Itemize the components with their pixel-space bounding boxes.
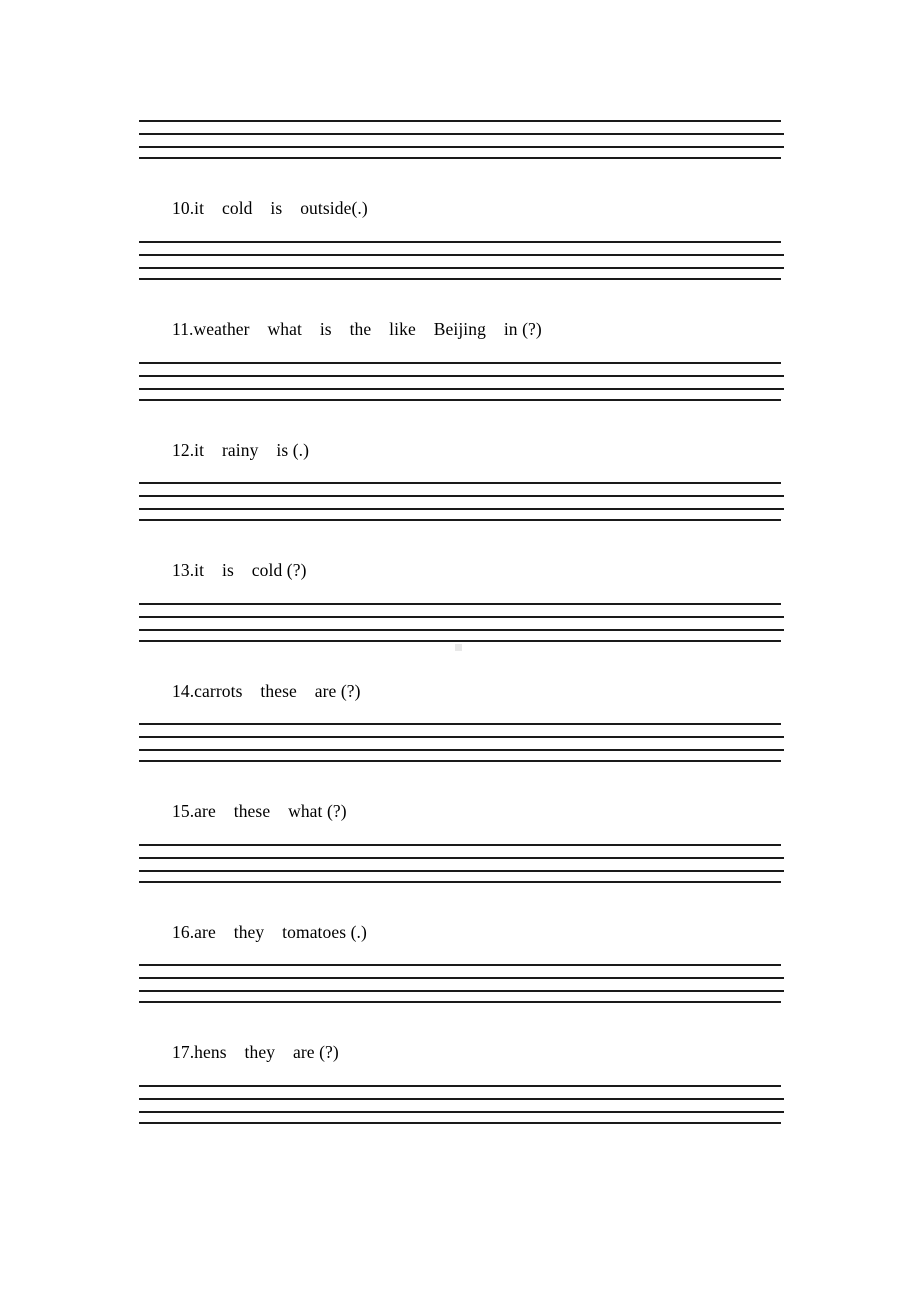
answer-rule-line [139, 133, 784, 135]
answer-rule-line [139, 508, 784, 510]
answer-rule-line [139, 1085, 781, 1087]
answer-rule-line [139, 267, 784, 269]
answer-rule-line [139, 870, 784, 872]
answer-rule-line [139, 1098, 784, 1100]
answer-rule-line [139, 157, 781, 159]
answer-rule-line [139, 844, 781, 846]
question-prompt-15: 15.are these what (?) [172, 801, 347, 821]
answer-rule-line [139, 723, 781, 725]
question-prompt-16: 16.are they tomatoes (.) [172, 922, 367, 942]
worksheet-page: 10.it cold is outside(.) 11.weather what … [0, 0, 920, 1302]
answer-rule-line [139, 241, 781, 243]
answer-rule-line [139, 278, 781, 280]
answer-rule-line [139, 254, 784, 256]
answer-rule-line [139, 736, 784, 738]
answer-rule-line [139, 857, 784, 859]
answer-rule-line [139, 640, 781, 642]
watermark-speck [455, 644, 462, 651]
answer-rule-line [139, 881, 781, 883]
answer-rule-line [139, 990, 784, 992]
answer-rule-line [139, 964, 781, 966]
answer-rule-line [139, 603, 781, 605]
answer-rule-line [139, 616, 784, 618]
answer-rule-line [139, 519, 781, 521]
answer-rule-line [139, 977, 784, 979]
answer-rule-line [139, 399, 781, 401]
question-prompt-17: 17.hens they are (?) [172, 1042, 339, 1062]
answer-rule-line [139, 1001, 781, 1003]
answer-rule-line [139, 1122, 781, 1124]
answer-rule-line [139, 362, 781, 364]
answer-rule-line [139, 495, 784, 497]
answer-rule-line [139, 760, 781, 762]
answer-rule-line [139, 482, 781, 484]
answer-rule-line [139, 388, 784, 390]
answer-rule-line [139, 120, 781, 122]
answer-rule-line [139, 146, 784, 148]
question-prompt-14: 14.carrots these are (?) [172, 681, 361, 701]
answer-rule-line [139, 375, 784, 377]
question-prompt-10: 10.it cold is outside(.) [172, 198, 368, 218]
answer-rule-line [139, 749, 784, 751]
question-prompt-13: 13.it is cold (?) [172, 560, 307, 580]
answer-rule-line [139, 1111, 784, 1113]
question-prompt-12: 12.it rainy is (.) [172, 440, 310, 460]
answer-rule-line [139, 629, 784, 631]
question-prompt-11: 11.weather what is the like Beijing in (… [172, 319, 542, 339]
